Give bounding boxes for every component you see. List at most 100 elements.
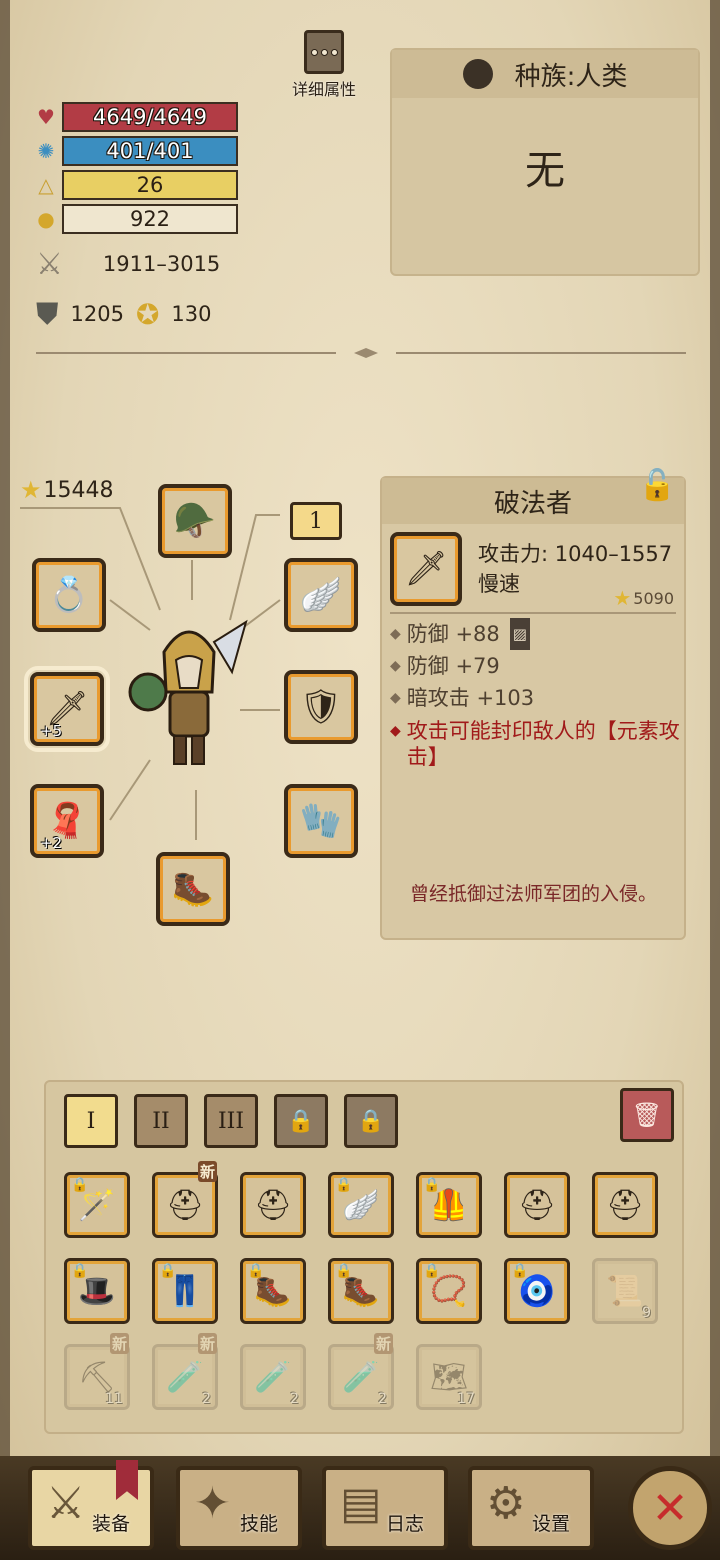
inventory-item[interactable]: 👖 🔒 [152, 1258, 218, 1324]
cape-slot[interactable]: 🧣 +2 [30, 784, 104, 858]
tier-tag[interactable]: 1 [290, 502, 342, 540]
more-dots-icon [304, 30, 344, 74]
tab-locked-4[interactable]: 🔒 [274, 1094, 328, 1148]
star-icon: ★ [20, 476, 42, 504]
inventory-item[interactable]: 🧪 2 [240, 1344, 306, 1410]
item-properties: ◆ 防御 +88 ▨ ◆ 防御 +79 ◆ 暗攻击 +103 ◆ 攻击可能封印敌人的【元素… [390, 618, 680, 770]
item-icon: ⛑ [517, 1187, 557, 1223]
defense-row: ⛊ 1205 ✪ 130 [36, 294, 224, 334]
hp-value: 4649/4649 [62, 102, 238, 132]
inventory-item[interactable]: 🧪 新 2 [328, 1333, 394, 1410]
weapon-enhance-level: +5 [40, 722, 63, 740]
item-score-value: 5090 [633, 588, 674, 608]
gold-value: 922 [62, 204, 238, 234]
item-special-effect: ◆ 攻击可能封印敌人的【元素攻击】 [390, 719, 680, 769]
boots-icon: 🥾 [171, 869, 215, 909]
race-value: 无 [525, 148, 565, 194]
mana-icon: ✺ [37, 139, 55, 163]
lock-icon: 🔒 [335, 1177, 353, 1193]
attack-value: 1911–3015 [102, 252, 221, 276]
item-score: ★ 5090 [613, 586, 674, 610]
lock-icon: 🔒 [71, 1263, 89, 1279]
close-button[interactable]: ✕ [628, 1466, 712, 1550]
inventory-item[interactable]: 🦺 🔒 [416, 1172, 482, 1238]
cape-enhance-level: +2 [40, 834, 63, 852]
inventory-item[interactable]: 🪽 🔒 [328, 1172, 394, 1238]
inventory-item[interactable]: ⛑ [240, 1172, 306, 1238]
item-property: ◆ 暗攻击 +103 [390, 686, 535, 710]
gloves-icon: 🧤 [299, 801, 343, 841]
gold-row: ● 922 [34, 204, 244, 234]
tab-page-2[interactable]: II [134, 1094, 188, 1148]
item-property: ◆ 防御 +79 [390, 654, 500, 678]
new-badge: 新 [197, 1161, 217, 1182]
inventory-item[interactable]: 🪄 🔒 [64, 1172, 130, 1238]
new-badge: 新 [109, 1333, 129, 1354]
item-count: 2 [202, 1391, 211, 1407]
level-value: 26 [62, 170, 238, 200]
nav-settings[interactable]: ⚙ 设置 [468, 1466, 594, 1550]
lock-icon: 🔒 [287, 1108, 315, 1134]
sword-icon: 🗡 [404, 549, 448, 589]
inventory-item[interactable]: ⛑ 新 [152, 1161, 218, 1238]
inventory-item[interactable]: 🥾 🔒 [240, 1258, 306, 1324]
tab-page-1[interactable]: I [64, 1094, 118, 1148]
detail-attributes-button[interactable]: 详细属性 [286, 30, 362, 100]
log-book-icon: ▤ [340, 1478, 382, 1529]
item-property: ◆ 防御 +88 ▨ [390, 618, 680, 650]
unlock-icon[interactable]: 🔓 [639, 468, 676, 503]
level-row: △ 26 [34, 170, 244, 200]
person-icon [462, 59, 493, 89]
attack-row: ⚔ 1911–3015 [36, 244, 220, 284]
amulet-slot[interactable]: 🪽 [284, 558, 358, 632]
detail-attributes-label: 详细属性 [291, 80, 356, 99]
armor-icon: 🛡 [299, 687, 343, 727]
weapon-slot[interactable]: 🗡 +5 [24, 666, 110, 752]
trash-icon: 🗑 [631, 1101, 663, 1129]
mp-value: 401/401 [62, 136, 238, 166]
inventory-item[interactable]: 🗺 17 [416, 1344, 482, 1410]
frame-left [0, 0, 10, 1560]
item-detail-panel: 破法者 🔓 🗡 攻击力: 1040–1557 慢速 ★ 5090 ◆ 防御 +88… [380, 468, 686, 940]
close-icon: ✕ [651, 1482, 689, 1534]
armor-slot[interactable]: 🛡 [284, 670, 358, 744]
skills-icon: ✦ [194, 1478, 231, 1529]
star-icon: ★ [613, 586, 632, 610]
nav-log[interactable]: ▤ 日志 [322, 1466, 448, 1550]
boots-slot[interactable]: 🥾 [156, 852, 230, 926]
inventory-item[interactable]: 🎩 🔒 [64, 1258, 130, 1324]
ring-slot[interactable]: 💍 [32, 558, 106, 632]
race-header: 种族:人类 [392, 50, 698, 98]
tab-locked-5[interactable]: 🔒 [344, 1094, 398, 1148]
defense-value: 1205 [70, 302, 124, 326]
race-panel: 种族:人类 无 [390, 48, 700, 276]
helmet-slot[interactable]: 🪖 [158, 484, 232, 558]
inventory-item[interactable]: ⛏ 新 11 [64, 1333, 130, 1410]
item-lore: 曾经抵御过法师军团的入侵。 [410, 883, 658, 905]
winged-amulet-icon: 🪽 [299, 575, 343, 615]
item-icon: ⛑ [605, 1187, 645, 1223]
inventory-item[interactable]: 🧪 新 2 [152, 1333, 218, 1410]
inventory-item[interactable]: 📿 🔒 [416, 1258, 482, 1324]
nav-skills[interactable]: ✦ 技能 [176, 1466, 302, 1550]
hero-figure-icon [128, 619, 248, 765]
item-separator [390, 612, 676, 614]
inventory-item[interactable]: 🧿 🔒 [504, 1258, 570, 1324]
trash-button[interactable]: 🗑 [620, 1088, 674, 1142]
gear-icon: ⚙ [486, 1478, 526, 1529]
heart-icon: ♥ [37, 105, 55, 129]
inventory-item[interactable]: 📜 9 [592, 1258, 658, 1324]
inventory-item[interactable]: ⛑ [504, 1172, 570, 1238]
nav-log-label: 日志 [385, 1513, 424, 1535]
inventory-item[interactable]: 🥾 🔒 [328, 1258, 394, 1324]
gloves-slot[interactable]: 🧤 [284, 784, 358, 858]
item-count: 2 [290, 1391, 299, 1407]
lock-icon: 🔒 [71, 1177, 89, 1193]
item-icon: 🧪 [342, 1359, 380, 1395]
tab-page-3[interactable]: III [204, 1094, 258, 1148]
inventory-item[interactable]: ⛑ [592, 1172, 658, 1238]
hero-character [124, 612, 254, 772]
item-icon: 🗺 [429, 1359, 469, 1395]
lock-icon: 🔒 [247, 1263, 265, 1279]
lock-icon: 🔒 [423, 1177, 441, 1193]
